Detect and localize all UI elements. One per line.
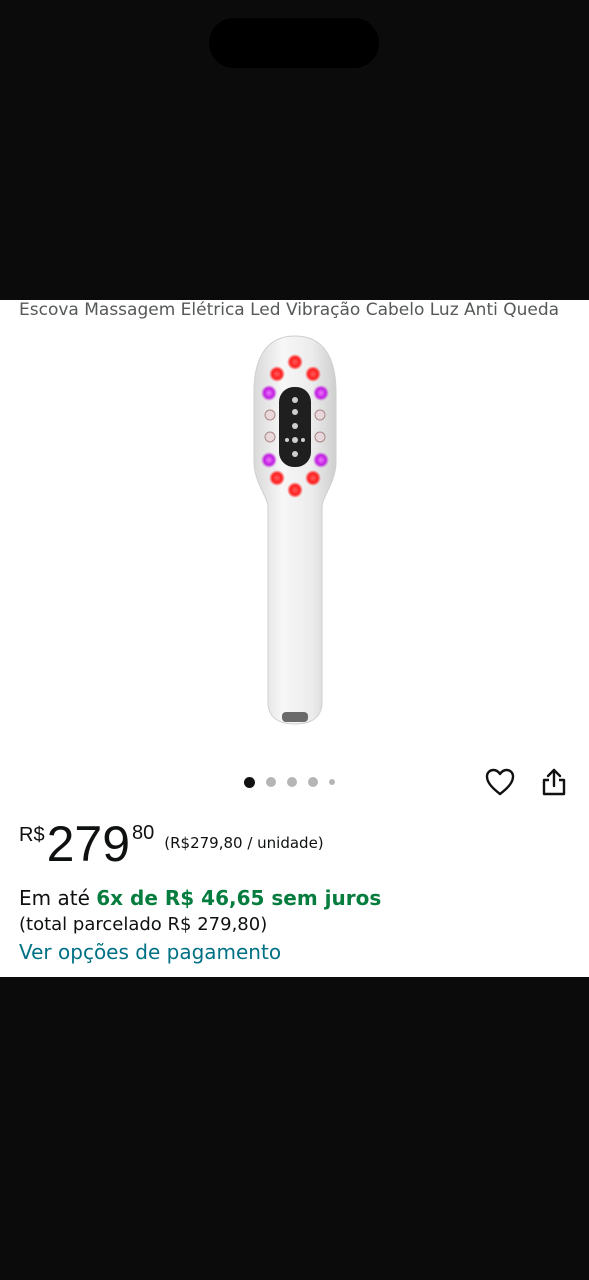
product-image[interactable] — [200, 332, 390, 732]
carousel-dot-2[interactable] — [266, 777, 276, 787]
price-currency: R$ — [19, 824, 45, 846]
camera-notch — [209, 18, 379, 68]
installment-prefix: Em até — [19, 886, 97, 910]
product-title: Escova Massagem Elétrica Led Vibração Ca… — [19, 300, 560, 320]
carousel-dot-5[interactable] — [329, 779, 335, 785]
carousel-dot-3[interactable] — [287, 777, 297, 787]
heart-icon — [485, 768, 515, 796]
price-block: R$ 279 80 (R$279,80 / unidade) — [19, 816, 324, 876]
installment-info: Em até 6x de R$ 46,65 sem juros — [19, 886, 381, 910]
payment-options-link[interactable]: Ver opções de pagamento — [19, 940, 281, 964]
price-fraction: 80 — [132, 822, 155, 844]
carousel-dot-1[interactable] — [244, 776, 255, 788]
share-button[interactable] — [534, 762, 574, 802]
share-icon — [542, 768, 566, 796]
favorite-button[interactable] — [480, 762, 520, 802]
product-detail-sheet: Escova Massagem Elétrica Led Vibração Ca… — [0, 300, 589, 977]
image-carousel-dots[interactable] — [244, 776, 346, 788]
price-whole: 279 — [46, 816, 131, 872]
installment-highlight: 6x de R$ 46,65 sem juros — [96, 886, 382, 910]
installment-total: (total parcelado R$ 279,80) — [19, 914, 268, 935]
carousel-dot-4[interactable] — [308, 777, 318, 787]
unit-price: (R$279,80 / unidade) — [164, 834, 324, 852]
